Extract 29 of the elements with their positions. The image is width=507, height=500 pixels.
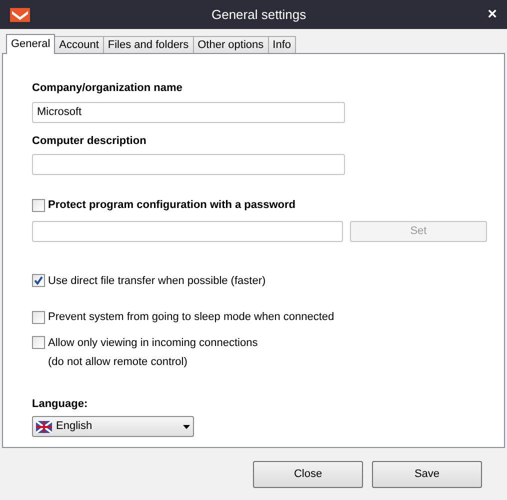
dialog-button[interactable]: Save xyxy=(372,461,482,488)
dropdown-arrow-icon xyxy=(183,424,190,428)
checkbox[interactable] xyxy=(32,336,45,350)
input-field[interactable] xyxy=(32,154,345,175)
app-logo-icon xyxy=(10,8,30,22)
language-dropdown[interactable]: English xyxy=(32,416,194,437)
tab[interactable]: Info xyxy=(268,36,296,53)
option-note: (do not allow remote control) xyxy=(47,355,188,370)
tab[interactable]: Files and folders xyxy=(102,36,194,53)
checkbox-label: Use direct file transfer when possible (faster) xyxy=(48,274,266,288)
password-field[interactable] xyxy=(32,220,343,242)
close-button[interactable]: × xyxy=(488,6,497,22)
tab[interactable]: General xyxy=(6,34,56,54)
field-label: Company/organization name xyxy=(32,81,184,96)
language-label: Language: xyxy=(32,396,89,412)
input-field[interactable]: Microsoft xyxy=(32,102,345,122)
checkmark-icon xyxy=(34,276,43,286)
checkbox[interactable] xyxy=(32,198,45,212)
tab[interactable]: Account xyxy=(54,36,104,53)
checkbox-label: Protect program configuration with a password xyxy=(48,198,296,213)
tab[interactable]: Other options xyxy=(192,36,269,53)
checkbox[interactable] xyxy=(32,310,45,324)
flag-icon xyxy=(36,420,52,432)
window-title: General settings xyxy=(210,6,308,24)
checkbox-label: Allow only viewing in incoming connections xyxy=(48,336,258,350)
checkbox[interactable] xyxy=(32,274,45,288)
checkbox-label: Prevent system from going to sleep mode when connected xyxy=(48,310,334,325)
dialog-button[interactable]: Close xyxy=(253,461,363,488)
field-label: Computer description xyxy=(32,134,148,148)
